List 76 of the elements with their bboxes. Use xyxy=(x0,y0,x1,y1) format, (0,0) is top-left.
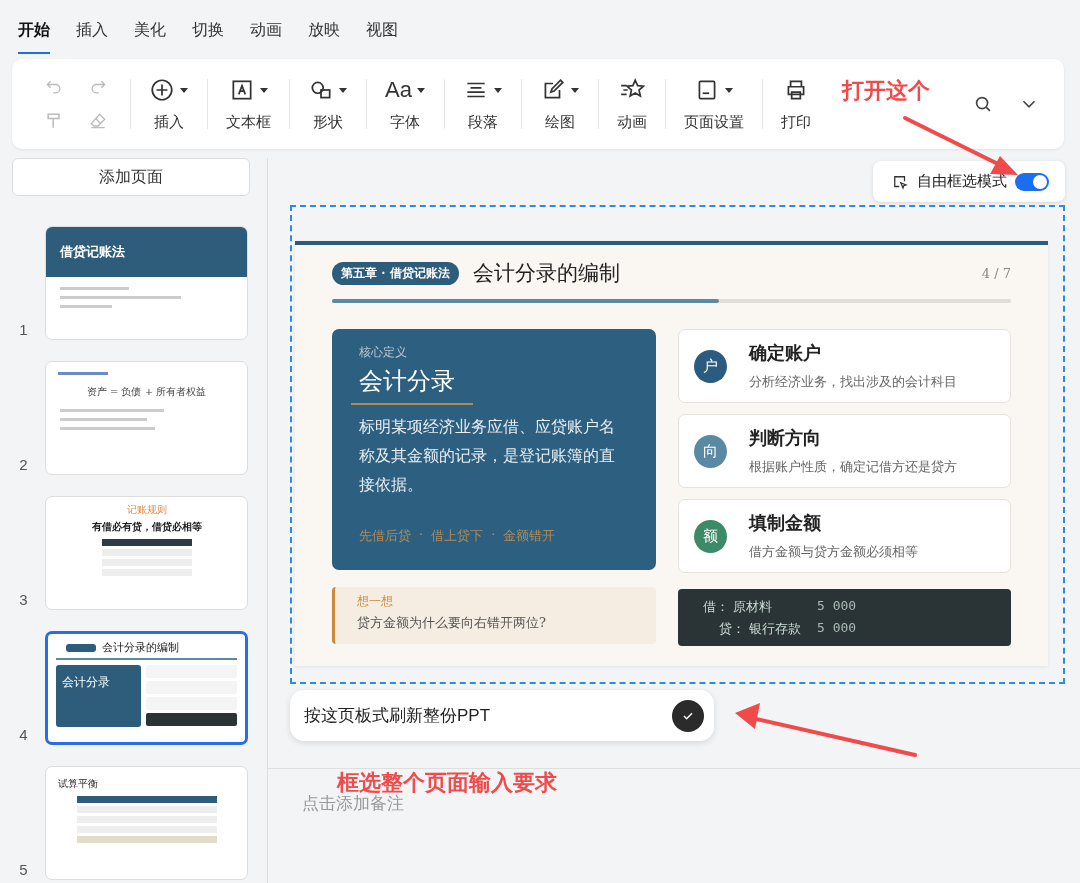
entry-side: 借： xyxy=(703,597,729,616)
toolbar-button[interactable]: 绘图 xyxy=(521,76,598,132)
toolbar-button[interactable]: 段落 xyxy=(444,76,521,132)
thumbnail-subtitle: 有借必有贷，借贷必相等 xyxy=(90,520,203,534)
thumbnail-title: 记账规则 xyxy=(125,503,168,517)
rule-tag: 先借后贷 xyxy=(359,527,411,545)
entry-amount: 5 000 xyxy=(817,597,857,615)
card-title: 会计分录 xyxy=(351,365,473,405)
notes-field[interactable]: 点击添加备注 xyxy=(300,793,504,815)
plus-circle-icon xyxy=(149,76,175,103)
add-page-button[interactable]: 添加页面 xyxy=(12,158,250,196)
font-glyph-icon: Aa xyxy=(385,76,412,103)
think-label: 想一想 xyxy=(357,593,394,610)
thumbnail-title: 会计分录的编制 xyxy=(102,640,179,655)
confirm-button[interactable] xyxy=(672,699,704,732)
toolbar-button[interactable]: 插入 xyxy=(131,76,207,132)
entry-account: 原材料 xyxy=(733,597,773,616)
step-text: 借方金额与贷方金额必须相等 xyxy=(749,543,918,561)
slide-thumbnail[interactable]: 会计分录的编制 会计分录 xyxy=(45,631,248,745)
toolbar-button[interactable]: 页面设置 xyxy=(665,76,762,132)
thumbnail-title: 借贷记账法 xyxy=(60,243,125,261)
slide-number: 4 xyxy=(18,726,29,745)
ribbon-tab[interactable]: 美化 xyxy=(134,20,166,54)
thumbnail-title: 资产 = 负债 + 所有者权益 xyxy=(85,385,208,399)
ribbon-tab[interactable]: 插入 xyxy=(76,20,108,54)
separator-dot: · xyxy=(419,527,424,544)
slide-thumbnail[interactable]: 试算平衡 xyxy=(45,766,248,880)
ribbon-tab[interactable]: 动画 xyxy=(250,20,282,54)
toolbar-button[interactable]: 形状 xyxy=(290,76,366,132)
step-title: 填制金额 xyxy=(749,511,822,535)
annotation-text: 打开这个 xyxy=(842,77,930,105)
step-text: 分析经济业务，找出涉及的会计科目 xyxy=(749,373,957,391)
ribbon-tab[interactable]: 开始 xyxy=(18,20,50,54)
step-badge: 额 xyxy=(694,519,727,553)
toggle-switch[interactable] xyxy=(1015,172,1049,191)
separator-dot: · xyxy=(491,527,496,544)
slide-number: 5 xyxy=(18,861,29,880)
chapter-badge: 第五章 · 借贷记账法 xyxy=(332,261,459,285)
step-badge: 向 xyxy=(694,434,727,468)
chapter-badge xyxy=(66,643,96,652)
ribbon-tab[interactable]: 切换 xyxy=(192,20,224,54)
entry-account: 银行存款 xyxy=(749,619,802,638)
text-line xyxy=(58,372,109,375)
slide-title: 会计分录的编制 xyxy=(472,260,620,287)
slide-number: 3 xyxy=(18,591,29,610)
step-text: 根据账户性质，确定记借方还是贷方 xyxy=(749,458,957,476)
page-number: 4 / 7 xyxy=(981,265,1011,281)
card-text: 标明某项经济业务应借、应贷账户名称及其金额的记录，是登记账簿的直接依据。 xyxy=(359,417,616,496)
toolbar-button[interactable]: 打印 xyxy=(762,76,829,132)
slide-number: 2 xyxy=(18,456,29,475)
thumbnail-heading: 会计分录 xyxy=(62,675,110,689)
think-question: 贷方金额为什么要向右错开两位? xyxy=(357,614,547,632)
slide-number: 1 xyxy=(18,321,29,340)
step-title: 确定账户 xyxy=(749,341,822,365)
toggle-label: 自由框选模式 xyxy=(917,172,1007,191)
card-label: 核心定义 xyxy=(359,344,408,361)
slide-thumbnail[interactable]: 借贷记账法 xyxy=(45,226,248,340)
rule-tag: 金额错开 xyxy=(503,527,556,545)
toolbar-button[interactable]: 文本框 xyxy=(208,76,289,132)
ribbon-tab[interactable]: 放映 xyxy=(308,20,340,54)
toolbar-button[interactable]: Aa 字体 xyxy=(367,76,444,132)
slide-thumbnail[interactable]: 记账规则 有借必有贷，借贷必相等 xyxy=(45,496,248,610)
entry-side: 贷： xyxy=(719,619,745,638)
slide-thumbnail[interactable]: 资产 = 负债 + 所有者权益 xyxy=(45,361,248,475)
ribbon-tab[interactable]: 视图 xyxy=(366,20,398,54)
text-line xyxy=(60,305,112,308)
entry-amount: 5 000 xyxy=(817,619,857,637)
prompt-field[interactable]: 按这页板式刷新整份PPT xyxy=(290,690,714,741)
annotation-text: 框选整个页面输入要求 xyxy=(337,769,557,795)
rule-tag: 借上贷下 xyxy=(431,527,484,545)
step-badge: 户 xyxy=(694,349,727,383)
step-title: 判断方向 xyxy=(749,426,822,450)
text-line xyxy=(60,287,130,290)
free-select-toggle[interactable]: 自由框选模式 xyxy=(873,161,1065,202)
thumbnail-title: 试算平衡 xyxy=(58,777,99,791)
toolbar-button[interactable]: 动画 xyxy=(598,76,665,132)
